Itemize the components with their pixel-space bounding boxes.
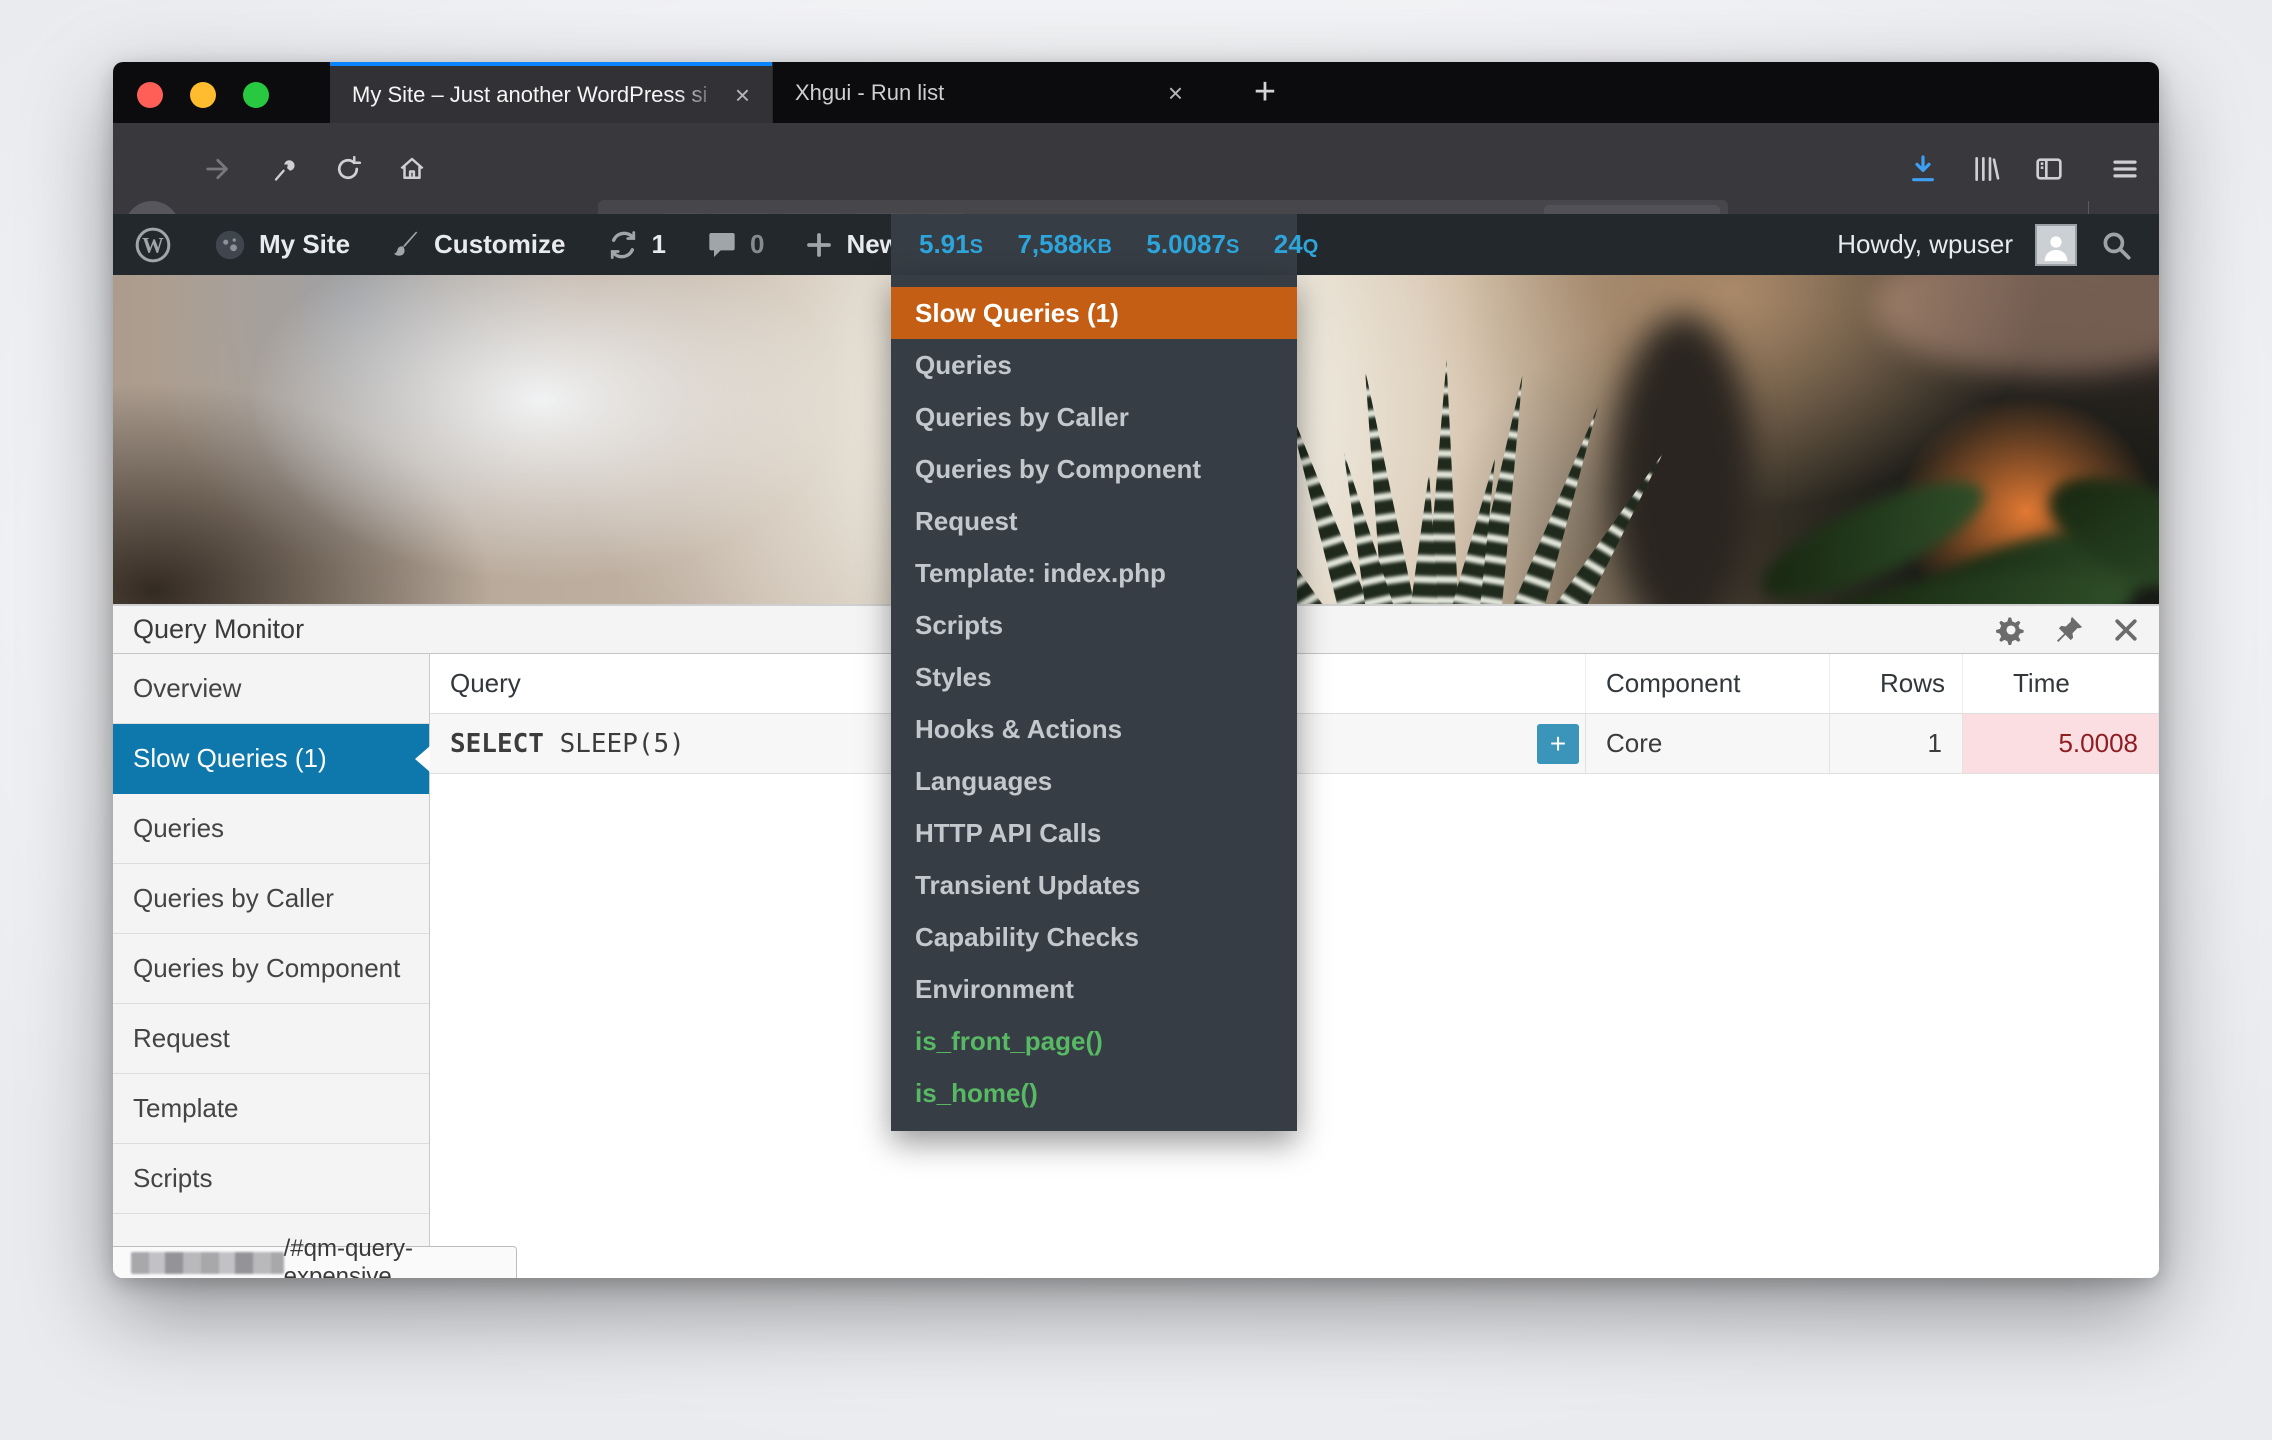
my-site-menu[interactable]: My Site (193, 214, 370, 275)
qm-panel-title: Query Monitor (133, 614, 304, 645)
qm-menu-http-api-calls[interactable]: HTTP API Calls (891, 807, 1297, 859)
browser-window: My Site – Just another WordPress si × Xh… (113, 62, 2159, 1278)
zoom-window-button[interactable] (243, 82, 269, 108)
qm-menu-request[interactable]: Request (891, 495, 1297, 547)
library-icon (1970, 153, 2002, 185)
reload-button[interactable] (320, 123, 376, 214)
qm-menu-is-front-page[interactable]: is_front_page() (891, 1015, 1297, 1067)
time-cell: 5.0008 (1963, 714, 2159, 773)
qm-menu-queries-by-caller[interactable]: Queries by Caller (891, 391, 1297, 443)
redacted-url-prefix (131, 1252, 284, 1274)
tab-title: Xhgui - Run list (795, 80, 1154, 106)
close-icon[interactable] (2111, 615, 2141, 645)
qm-menu-queries-by-component[interactable]: Queries by Component (891, 443, 1297, 495)
home-button[interactable] (384, 123, 440, 214)
qm-menu-environment[interactable]: Environment (891, 963, 1297, 1015)
rows-cell: 1 (1830, 714, 1963, 773)
qm-sidebar-item-overview[interactable]: Overview (113, 654, 429, 724)
new-tab-button[interactable]: + (1235, 62, 1295, 123)
qm-menu-template[interactable]: Template: index.php (891, 547, 1297, 599)
component-cell: Core (1586, 714, 1830, 773)
qm-sidebar-item-queries[interactable]: Queries (113, 794, 429, 864)
sidebar-icon (2033, 153, 2065, 185)
person-icon (2039, 230, 2073, 264)
sidebars-button[interactable] (2021, 123, 2077, 214)
home-icon (397, 154, 427, 184)
wp-admin-bar: W My Site Customize 1 0 New (113, 214, 2159, 275)
site-name-label: My Site (259, 229, 350, 260)
comments-icon (706, 229, 738, 261)
tab-my-site[interactable]: My Site – Just another WordPress si × (330, 62, 772, 123)
site-icon (213, 228, 247, 262)
qm-menu-styles[interactable]: Styles (891, 651, 1297, 703)
close-tab-icon[interactable]: × (1168, 80, 1183, 106)
tools-button[interactable] (255, 123, 311, 214)
pin-icon[interactable] (2053, 614, 2085, 646)
qm-stat-query-time: 5.0087s (1146, 229, 1239, 260)
settings-gear-icon[interactable] (1995, 614, 2027, 646)
wp-logo-menu[interactable]: W (113, 214, 193, 275)
howdy-account-menu[interactable]: Howdy, wpuser (1837, 229, 2013, 260)
qm-sidebar-item-slow-queries[interactable]: Slow Queries (1) (113, 724, 429, 794)
qm-stat-query-count: 24q (1274, 229, 1319, 260)
search-icon[interactable] (2099, 228, 2133, 262)
navigation-toolbar: … (113, 123, 2159, 214)
comments-menu[interactable]: 0 (686, 214, 784, 275)
hero-pink-light (1873, 275, 2159, 375)
column-header-component: Component (1586, 654, 1830, 713)
qm-sidebar-item-queries-by-component[interactable]: Queries by Component (113, 934, 429, 1004)
column-header-rows: Rows (1830, 654, 1963, 713)
query-monitor-stats-menu[interactable]: 5.91s 7,588kb 5.0087s 24q (891, 214, 1297, 275)
qm-stat-page-time: 5.91s (919, 229, 983, 260)
traffic-lights (137, 82, 269, 108)
updates-icon (606, 228, 640, 262)
qm-menu-capability-checks[interactable]: Capability Checks (891, 911, 1297, 963)
qm-menu-slow-queries[interactable]: Slow Queries (1) (891, 287, 1297, 339)
qm-sidebar-item-scripts[interactable]: Scripts (113, 1144, 429, 1214)
qm-sidebar-item-queries-by-caller[interactable]: Queries by Caller (113, 864, 429, 934)
wordpress-logo-icon: W (133, 225, 173, 265)
status-link-text: /#qm-query-expensive (284, 1235, 516, 1279)
customize-label: Customize (434, 229, 565, 260)
customize-menu[interactable]: Customize (370, 214, 585, 275)
expand-row-button[interactable]: + (1537, 724, 1579, 764)
qm-menu-languages[interactable]: Languages (891, 755, 1297, 807)
qm-sidebar-item-template[interactable]: Template (113, 1074, 429, 1144)
qm-menu-queries[interactable]: Queries (891, 339, 1297, 391)
tab-bar: My Site – Just another WordPress si × Xh… (113, 62, 2159, 123)
qm-dropdown-menu: Slow Queries (1) Queries Queries by Call… (891, 275, 1297, 1131)
minimize-window-button[interactable] (190, 82, 216, 108)
succulent-plant (1263, 335, 1683, 604)
link-preview-status-bar: /#qm-query-expensive (113, 1246, 517, 1278)
qm-menu-scripts[interactable]: Scripts (891, 599, 1297, 651)
comments-count: 0 (750, 229, 764, 260)
qm-menu-transient-updates[interactable]: Transient Updates (891, 859, 1297, 911)
close-window-button[interactable] (137, 82, 163, 108)
updates-menu[interactable]: 1 (586, 214, 686, 275)
plus-icon (804, 230, 834, 260)
customize-brush-icon (390, 229, 422, 261)
download-icon (1907, 153, 1939, 185)
tab-title: My Site – Just another WordPress si (352, 82, 721, 108)
tab-xhgui[interactable]: Xhgui - Run list × (772, 62, 1205, 123)
reload-icon (333, 154, 363, 184)
menu-button[interactable] (2097, 123, 2153, 214)
column-header-time: Time (1963, 654, 2159, 713)
qm-stat-memory: 7,588kb (1017, 229, 1112, 260)
svg-text:W: W (142, 233, 164, 257)
library-button[interactable] (1958, 123, 2014, 214)
close-tab-icon[interactable]: × (735, 82, 750, 108)
wrench-icon (269, 155, 297, 183)
forward-button[interactable] (191, 123, 247, 214)
forward-icon (204, 154, 234, 184)
updates-count: 1 (652, 229, 666, 260)
qm-menu-is-home[interactable]: is_home() (891, 1067, 1297, 1119)
qm-menu-hooks-actions[interactable]: Hooks & Actions (891, 703, 1297, 755)
downloads-button[interactable] (1895, 123, 1951, 214)
qm-sidebar: Overview Slow Queries (1) Queries Querie… (113, 654, 430, 1278)
avatar[interactable] (2035, 224, 2077, 266)
hamburger-icon (2110, 154, 2140, 184)
qm-sidebar-item-request[interactable]: Request (113, 1004, 429, 1074)
